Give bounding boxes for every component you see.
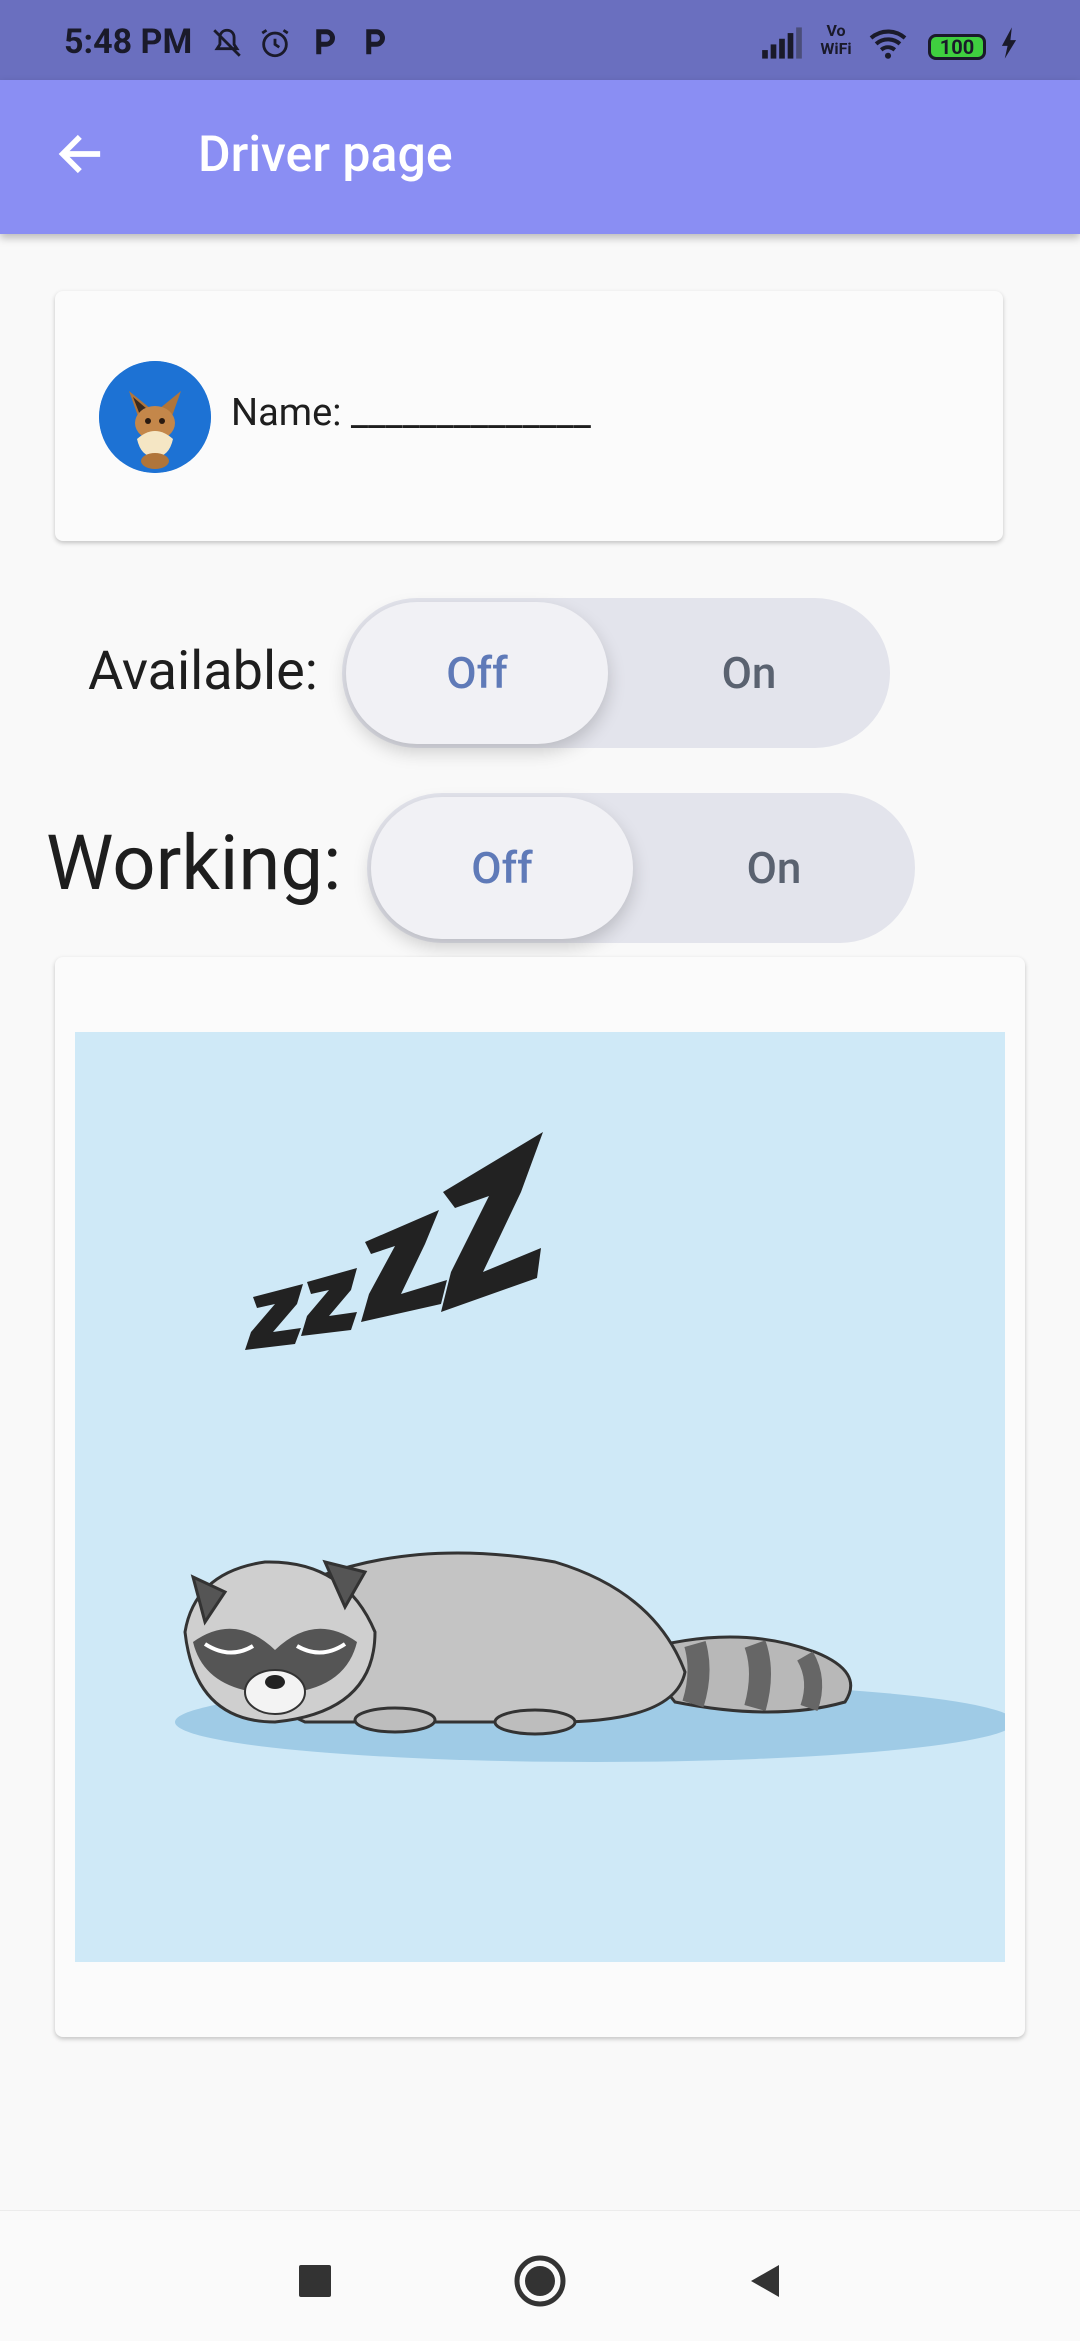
page-title: Driver page bbox=[198, 126, 453, 184]
signal-icon bbox=[762, 27, 802, 59]
recents-square-icon bbox=[299, 2265, 331, 2297]
working-off-option[interactable]: Off bbox=[371, 793, 633, 943]
parking-icon bbox=[366, 29, 385, 55]
battery-level: 100 bbox=[939, 35, 975, 59]
available-off-option[interactable]: Off bbox=[346, 598, 608, 748]
available-toggle[interactable]: Off On bbox=[342, 598, 890, 748]
system-nav-bar bbox=[0, 2210, 1080, 2341]
alarm-icon bbox=[261, 29, 289, 58]
parking-icon bbox=[316, 29, 335, 55]
home-button[interactable] bbox=[510, 2251, 570, 2311]
eevee-avatar-icon bbox=[99, 361, 211, 473]
avatar[interactable] bbox=[99, 361, 211, 473]
wifi-icon bbox=[869, 29, 907, 59]
working-on-option[interactable]: On bbox=[643, 793, 905, 943]
recents-button[interactable] bbox=[285, 2251, 345, 2311]
name-label: Name: ______________ bbox=[231, 391, 591, 435]
available-on-option[interactable]: On bbox=[618, 598, 880, 748]
status-image-card bbox=[55, 957, 1025, 2037]
home-circle-icon bbox=[514, 2255, 566, 2307]
bell-off-icon bbox=[213, 28, 241, 57]
vowifi-icon: Vo WiFi bbox=[820, 21, 852, 58]
nav-back-button[interactable] bbox=[735, 2251, 795, 2311]
battery-icon: 100 bbox=[928, 34, 986, 60]
available-label: Available: bbox=[88, 640, 318, 703]
working-toggle[interactable]: Off On bbox=[367, 793, 915, 943]
working-label: Working: bbox=[46, 818, 342, 908]
charging-icon bbox=[1001, 27, 1017, 59]
profile-card: Name: ______________ bbox=[55, 291, 1003, 541]
app-bar: Driver page bbox=[0, 80, 1080, 234]
status-time: 5:48 PM bbox=[64, 22, 193, 62]
back-button[interactable] bbox=[40, 114, 120, 194]
arrow-back-icon bbox=[58, 134, 101, 174]
status-bar: 5:48 PM Vo WiFi 100 bbox=[0, 0, 1080, 80]
sleeping-raccoon-image bbox=[75, 1032, 1005, 1962]
sleeping-raccoon-illustration bbox=[175, 1132, 1005, 1762]
back-triangle-icon bbox=[751, 2265, 779, 2297]
